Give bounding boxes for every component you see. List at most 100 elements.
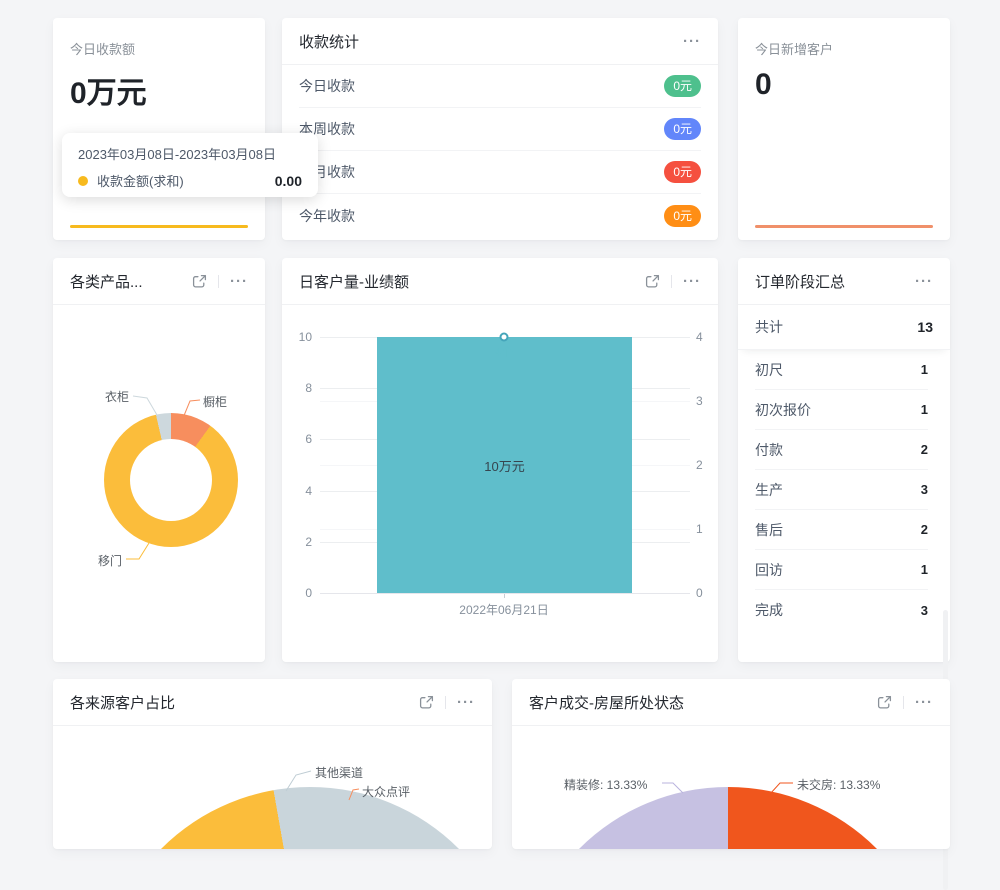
stage-label: 付款: [755, 440, 783, 460]
source-pie-chart[interactable]: 其他渠道 大众点评: [53, 726, 492, 849]
stage-label: 回访: [755, 560, 783, 580]
donut-label-chugui: 橱柜: [203, 393, 227, 410]
stat-label: 今年收款: [299, 206, 355, 226]
more-menu-icon[interactable]: ···: [683, 274, 701, 289]
pie-label-undelivered: 未交房: 13.33%: [797, 776, 880, 793]
card-title: 客户成交-房屋所处状态: [529, 692, 877, 713]
status-badge: 0元: [664, 118, 701, 140]
stage-value: 2: [921, 442, 928, 457]
tooltip-series-label: 收款金额(求和): [97, 171, 275, 190]
kpi-amount-value: 0万元: [53, 58, 265, 112]
series-dot-icon: [78, 176, 88, 186]
y-axis-tick-right: 3: [696, 394, 703, 408]
card-title: 各类产品...: [70, 271, 192, 292]
stage-label: 初次报价: [755, 400, 811, 420]
pie-label-refined: 精装修: 13.33%: [564, 776, 647, 793]
status-badge: 0元: [664, 205, 701, 227]
stage-value: 3: [921, 603, 928, 618]
kpi-amount-sparkline[interactable]: [70, 225, 248, 228]
kpi-customers-sparkline[interactable]: [755, 225, 933, 228]
y-axis-tick-right: 4: [696, 330, 703, 344]
card-title: 各来源客户占比: [70, 692, 419, 713]
stage-value: 1: [921, 562, 928, 577]
pie-slices[interactable]: [518, 787, 938, 849]
stage-value: 1: [921, 402, 928, 417]
more-menu-icon[interactable]: ···: [915, 274, 933, 289]
divider: [903, 696, 904, 709]
card-new-customers: 今日新增客户 0: [738, 18, 950, 240]
more-menu-icon[interactable]: ···: [683, 34, 701, 49]
pie-label-other: 其他渠道: [315, 764, 363, 781]
y-axis-tick-left: 8: [286, 381, 312, 395]
stat-row-month: 本月收款 0元: [299, 151, 701, 194]
stat-row-week: 本周收款 0元: [299, 108, 701, 151]
expand-icon[interactable]: [192, 274, 207, 289]
donut-slices[interactable]: [104, 413, 238, 547]
stage-row: 付款 2: [755, 430, 928, 470]
stage-label: 共计: [755, 317, 783, 337]
y-axis-tick-right: 1: [696, 522, 703, 536]
card-title: 订单阶段汇总: [755, 271, 915, 292]
tooltip-value: 0.00: [275, 173, 302, 189]
stage-label: 初尺: [755, 360, 783, 380]
stage-label: 生产: [755, 480, 783, 500]
stage-row: 初次报价 1: [755, 390, 928, 430]
kpi-customers-label: 今日新增客户: [738, 18, 950, 58]
stage-row: 完成 3: [755, 590, 928, 630]
stage-row: 生产 3: [755, 470, 928, 510]
divider: [218, 275, 219, 288]
stat-row-today: 今日收款 0元: [299, 65, 701, 108]
pie-slices[interactable]: [100, 787, 492, 849]
more-menu-icon[interactable]: ···: [915, 695, 933, 710]
card-product-donut: 各类产品... ··· 衣柜 橱柜 移门: [53, 258, 265, 662]
y-axis-tick-left: 0: [286, 586, 312, 600]
y-axis-tick-right: 2: [696, 458, 703, 472]
stage-row: 初尺 1: [755, 350, 928, 390]
card-source-pie: 各来源客户占比 ··· 其他渠道 大众点评: [53, 679, 492, 849]
more-menu-icon[interactable]: ···: [457, 695, 475, 710]
product-donut-chart[interactable]: 衣柜 橱柜 移门: [53, 305, 265, 662]
donut-label-yigui: 衣柜: [105, 388, 129, 405]
line-point-marker[interactable]: [500, 333, 509, 342]
card-collection-stats: 收款统计 ··· 今日收款 0元 本周收款 0元 本月收款 0元 今年收款 0元: [282, 18, 718, 240]
y-axis-tick-left: 2: [286, 535, 312, 549]
expand-icon[interactable]: [645, 274, 660, 289]
y-axis-tick-right: 0: [696, 586, 703, 600]
stage-value: 1: [921, 362, 928, 377]
stage-label: 售后: [755, 520, 783, 540]
y-axis-tick-left: 10: [286, 330, 312, 344]
tooltip-date-range: 2023年03月08日-2023年03月08日: [78, 144, 302, 163]
x-axis-tick: [504, 594, 505, 598]
kpi-customers-value: 0: [738, 58, 950, 102]
stage-value: 13: [917, 319, 933, 335]
expand-icon[interactable]: [419, 695, 434, 710]
deal-pie-chart[interactable]: 精装修: 13.33% 未交房: 13.33%: [512, 726, 950, 849]
bar-data-label: 10万元: [484, 456, 524, 475]
dashboard-page: { "kpi_today_amount": { "label": "今日收款额"…: [0, 0, 1000, 800]
divider: [445, 696, 446, 709]
stage-row: 售后 2: [755, 510, 928, 550]
y-axis-tick-left: 6: [286, 432, 312, 446]
donut-label-yimen: 移门: [98, 552, 122, 569]
more-menu-icon[interactable]: ···: [230, 274, 248, 289]
pie-label-dianping: 大众点评: [362, 783, 410, 800]
divider: [671, 275, 672, 288]
x-axis-label: 2022年06月21日: [459, 601, 548, 618]
card-deal-pie: 客户成交-房屋所处状态 ··· 精装修: 13.33% 未交房: 13.33%: [512, 679, 950, 849]
card-daily-bar-chart: 日客户量-业绩额 ··· 10 8 6 4 2 0 4 3 2 1 0 10万元: [282, 258, 718, 662]
stage-value: 2: [921, 522, 928, 537]
status-badge: 0元: [664, 75, 701, 97]
card-order-stages: 订单阶段汇总 ··· 共计 13 初尺 1 初次报价 1 付款 2 生产 3 售…: [738, 258, 950, 662]
card-title: 日客户量-业绩额: [299, 271, 645, 292]
stat-label: 今日收款: [299, 76, 355, 96]
stage-label: 完成: [755, 600, 783, 620]
revenue-bar[interactable]: 10万元: [377, 337, 632, 593]
x-axis-line: [320, 593, 690, 594]
stage-total-row: 共计 13: [738, 305, 950, 350]
kpi-amount-label: 今日收款额: [53, 18, 265, 58]
daily-bar-chart[interactable]: 10 8 6 4 2 0 4 3 2 1 0 10万元 4个 2022年06月2…: [282, 305, 718, 662]
card-today-amount: 今日收款额 0万元: [53, 18, 265, 240]
expand-icon[interactable]: [877, 695, 892, 710]
card-title: 收款统计: [299, 31, 683, 52]
point-data-label: 4个: [495, 343, 514, 360]
